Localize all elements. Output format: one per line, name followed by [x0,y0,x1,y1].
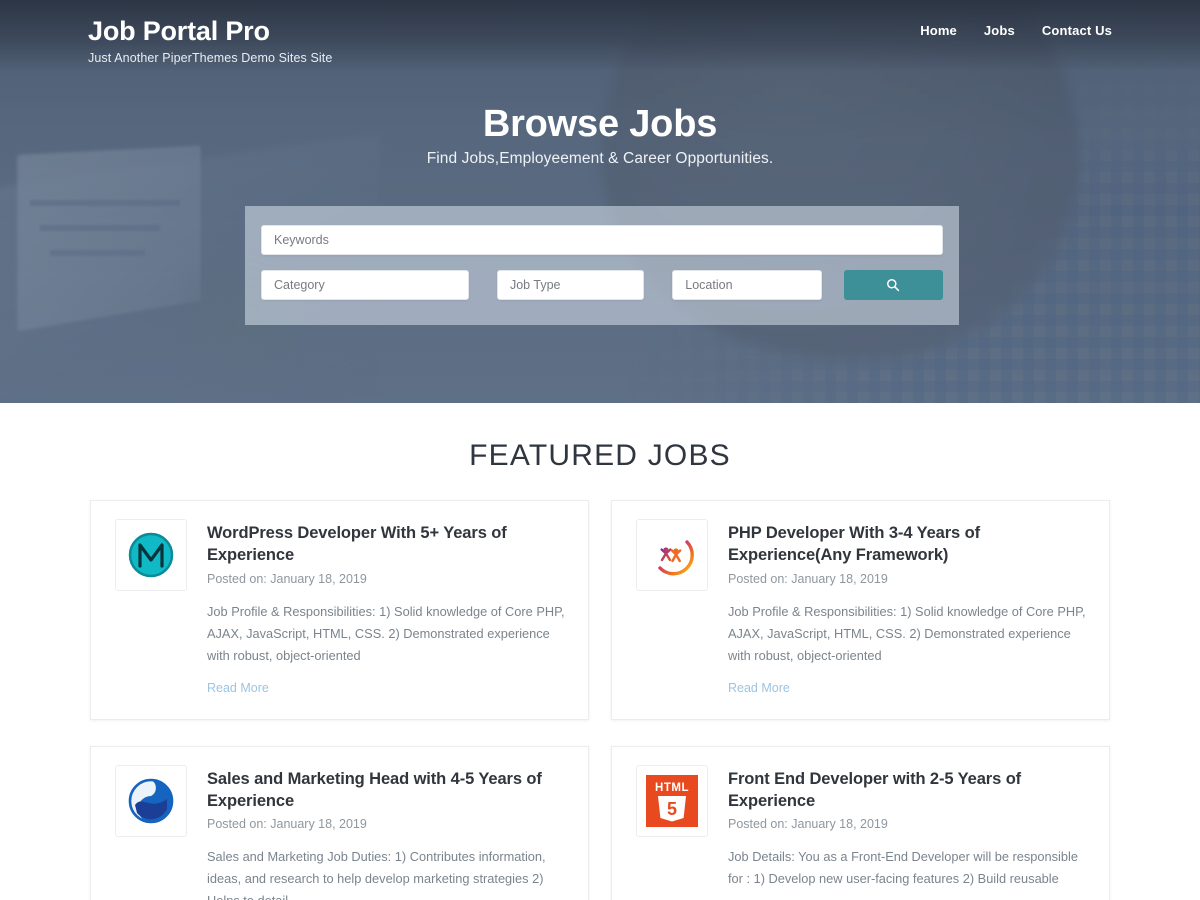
nav-item-home[interactable]: Home [920,23,957,38]
job-description: Job Details: You as a Front-End Develope… [728,849,1078,887]
job-card[interactable]: WordPress Developer With 5+ Years of Exp… [90,500,589,720]
read-more-link[interactable]: Read More [728,681,790,695]
job-posted-date: Posted on: January 18, 2019 [207,817,367,832]
job-type-input[interactable]: Job Type [496,270,645,300]
company-logo [115,519,187,591]
job-title[interactable]: Sales and Marketing Head with 4-5 Years … [207,768,568,813]
page-subtitle: Find Jobs,Employeement & Career Opportun… [426,150,774,167]
job-description: Sales and Marketing Job Duties: 1) Contr… [207,849,546,900]
site-tagline: Just Another PiperThemes Demo Sites Site [88,51,333,66]
site-branding[interactable]: Job Portal Pro Just Another PiperThemes … [88,16,332,65]
company-logo [636,519,708,591]
search-icon [886,278,900,292]
job-posted-date: Posted on: January 18, 2019 [728,817,888,832]
keywords-input[interactable]: Keywords [261,225,943,255]
gradient-arc-people-icon [647,530,697,580]
job-card[interactable]: Sales and Marketing Head with 4-5 Years … [90,745,589,900]
hero-banner: Job Portal Pro Just Another PiperThemes … [0,0,1200,403]
job-posted-date: Posted on: January 18, 2019 [728,571,888,586]
category-input[interactable]: Category [261,270,469,300]
company-logo: HTML 5 [636,764,708,837]
job-card-grid: WordPress Developer With 5+ Years of Exp… [90,500,1110,900]
svg-text:HTML: HTML [655,782,689,794]
featured-jobs-section: FEATURED JOBS WordPress Developer With 5… [0,403,1200,900]
job-card[interactable]: HTML 5 Front End Developer with 2-5 Year… [611,745,1110,900]
svg-text:5: 5 [667,799,677,819]
job-card[interactable]: PHP Developer With 3-4 Years of Experien… [611,500,1110,720]
job-title[interactable]: Front End Developer with 2-5 Years of Ex… [728,768,1089,813]
site-title[interactable]: Job Portal Pro [88,16,332,47]
nav-item-jobs[interactable]: Jobs [984,23,1015,38]
search-submit-button[interactable] [843,270,944,300]
company-logo [115,764,187,837]
main-navigation: Home Jobs Contact Us [920,23,1112,38]
job-search-form: Keywords Category Job Type Location [245,206,959,325]
job-title[interactable]: WordPress Developer With 5+ Years of Exp… [207,522,568,567]
page-title: Browse Jobs [482,103,718,145]
section-heading: FEATURED JOBS [469,439,731,472]
location-input[interactable]: Location [672,270,822,300]
job-description: Job Profile & Responsibilities: 1) Solid… [728,603,1086,663]
read-more-link[interactable]: Read More [207,681,269,695]
job-title[interactable]: PHP Developer With 3-4 Years of Experien… [728,522,1089,567]
job-description: Job Profile & Responsibilities: 1) Solid… [207,603,565,663]
nav-item-contact-us[interactable]: Contact Us [1042,23,1112,38]
job-posted-date: Posted on: January 18, 2019 [207,571,367,586]
teal-m-circle-icon [126,530,176,580]
html5-shield-icon: HTML 5 [644,773,700,829]
blue-swirl-circle-icon [125,775,177,827]
